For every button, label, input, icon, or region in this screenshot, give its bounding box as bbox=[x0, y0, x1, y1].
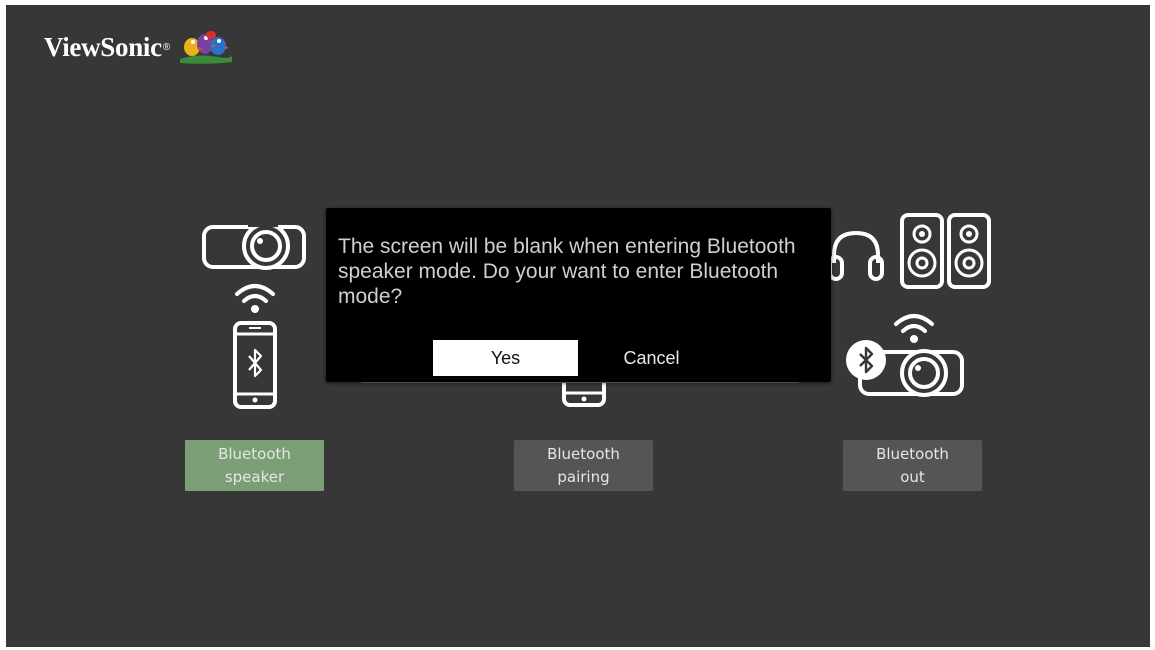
bluetooth-speaker-label-line2: speaker bbox=[224, 467, 285, 486]
birds-logo-icon bbox=[180, 31, 233, 64]
projector-icon bbox=[202, 222, 306, 270]
cancel-button[interactable]: Cancel bbox=[579, 340, 724, 376]
bluetooth-out-label-line2: out bbox=[900, 467, 925, 486]
registered-mark: ® bbox=[162, 41, 171, 53]
headphones-icon bbox=[828, 230, 884, 281]
bluetooth-confirm-dialog: The screen will be blank when entering B… bbox=[326, 208, 831, 382]
bluetooth-pairing-label-line1: Bluetooth bbox=[547, 444, 620, 463]
dialog-message: The screen will be blank when entering B… bbox=[338, 235, 796, 308]
bluetooth-out-button[interactable]: Bluetooth out bbox=[843, 440, 982, 491]
bluetooth-pairing-label-line2: pairing bbox=[557, 467, 610, 486]
projector-bluetooth-icon bbox=[846, 340, 964, 397]
viewsonic-logo: ViewSonic ® bbox=[44, 29, 234, 65]
bluetooth-out-label-line1: Bluetooth bbox=[876, 444, 949, 463]
wifi-icon bbox=[235, 284, 275, 313]
smartphone-bluetooth-icon bbox=[233, 321, 277, 409]
brand-name: ViewSonic bbox=[44, 31, 162, 62]
speakers-icon bbox=[900, 213, 991, 289]
bluetooth-speaker-label-line1: Bluetooth bbox=[218, 444, 291, 463]
dialog-divider bbox=[361, 382, 799, 383]
bluetooth-pairing-button[interactable]: Bluetooth pairing bbox=[514, 440, 653, 491]
bluetooth-speaker-button[interactable]: Bluetooth speaker bbox=[185, 440, 324, 491]
yes-button[interactable]: Yes bbox=[433, 340, 578, 376]
projector-screen: ViewSonic ® Bluetooth speaker Bluetooth … bbox=[6, 5, 1150, 647]
